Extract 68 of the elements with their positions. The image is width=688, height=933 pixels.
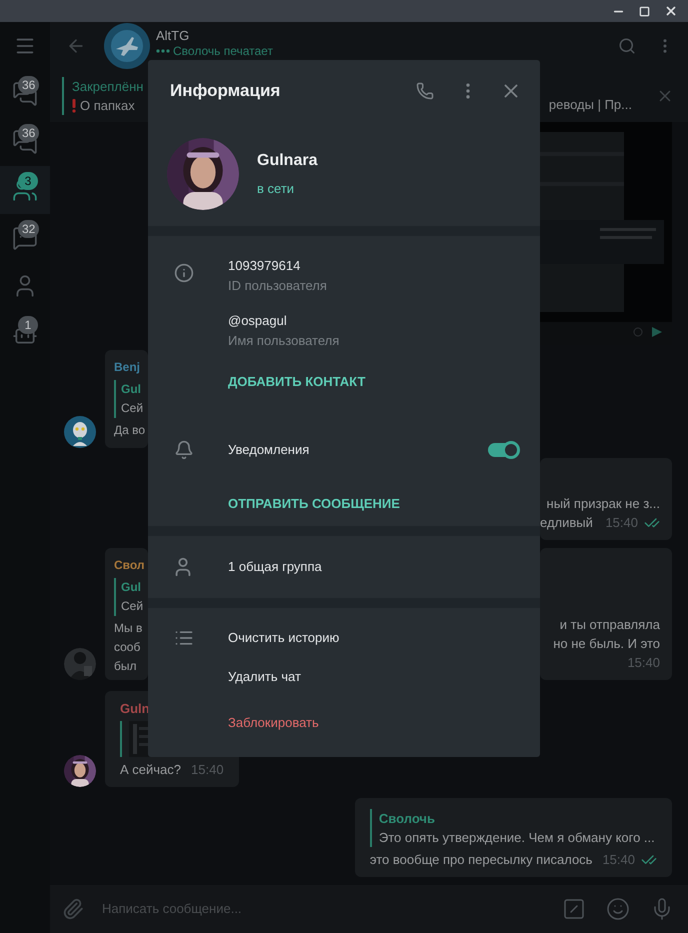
sender-name: Benj [114,359,142,376]
quote-sender: Gul [121,381,142,398]
unread-badge: 36 [18,124,40,142]
field-label: Имя пользователя [228,332,340,350]
folder-tab[interactable]: 1 [0,310,50,358]
emoji-icon[interactable] [606,897,630,921]
close-icon[interactable] [664,4,678,18]
add-contact-link[interactable]: ДОБАВИТЬ КОНТАКТ [228,373,366,391]
exclamation-icon [72,98,76,112]
quote-sender: Сволочь [378,810,436,828]
message-time: 15:40 [605,514,638,532]
message-text: был [114,658,138,675]
robot-avatar-icon [64,416,96,448]
typing-status: Сволочь печатает [173,44,273,58]
send-message-link[interactable]: ОТПРАВИТЬ СООБЩЕНИЕ [228,495,400,513]
bell-icon [174,440,194,460]
phone-icon[interactable] [416,82,434,100]
pinned-text: О папках [80,97,135,115]
message-text: и ты отправляла [560,616,660,634]
typing-dots-icon [156,49,170,53]
common-groups[interactable]: 1 общая группа [228,557,322,577]
search-icon[interactable] [618,37,636,55]
message-text: Мы в [114,620,144,637]
quote-text: Сей [121,400,144,417]
chats-icon [12,81,38,107]
dialog-title: Информация [170,80,282,102]
contact-name: Gulnara [257,150,318,171]
message-text: это вообще про пересылку писалось [370,851,592,869]
online-status: в сети [257,180,296,198]
folder-tab[interactable]: 36 [0,70,50,118]
quote-sender: Gul [121,579,142,596]
notifications-toggle[interactable] [488,443,518,457]
message-text: Да во [114,422,146,439]
info-icon [174,263,194,283]
message-text: А сейчас? [120,761,182,779]
pinned-text: реводы | Пр... [548,96,632,114]
notifications-label: Уведомления [228,441,310,460]
chat-bubbles-icon [12,225,38,251]
quote-text: Сей [121,598,144,615]
quote-text: Это опять утверждение. Чем я обману кого ... [378,829,656,847]
message-text: едливый [540,514,593,532]
unread-badge: 1 [18,316,38,334]
unread-badge: 3 [18,172,38,190]
attach-icon[interactable] [62,898,84,920]
field-value: 1093979614 [228,257,302,275]
folder-tab[interactable]: 3 [0,166,50,214]
field-label: ID пользователя [228,277,327,295]
folder-tab[interactable]: 36 [0,118,50,166]
message-text: но не быль. И это [553,635,660,653]
maximize-icon[interactable] [639,6,650,16]
sender-name: Свол [114,557,146,574]
pinned-label: Закреплённ [72,78,144,96]
field-value: @ospagul [228,312,288,330]
action-item[interactable]: Заблокировать [228,713,319,733]
commands-icon[interactable] [562,897,586,921]
unread-badge: 32 [18,220,40,238]
unread-badge: 36 [18,76,40,94]
chat-title: AltTG [156,28,190,44]
message-time: 15:40 [627,654,660,672]
message-time: 15:40 [191,761,224,779]
message-text: сооб [114,639,142,656]
chats-icon [12,129,38,155]
folder-tab[interactable]: 32 [0,214,50,262]
action-item[interactable]: Удалить чат [228,667,301,687]
action-item[interactable]: Очистить историю [228,628,340,648]
message-text: ный призрак не з... [546,495,660,513]
sender-name: Guln [120,700,151,718]
message-time: 15:40 [602,851,635,869]
